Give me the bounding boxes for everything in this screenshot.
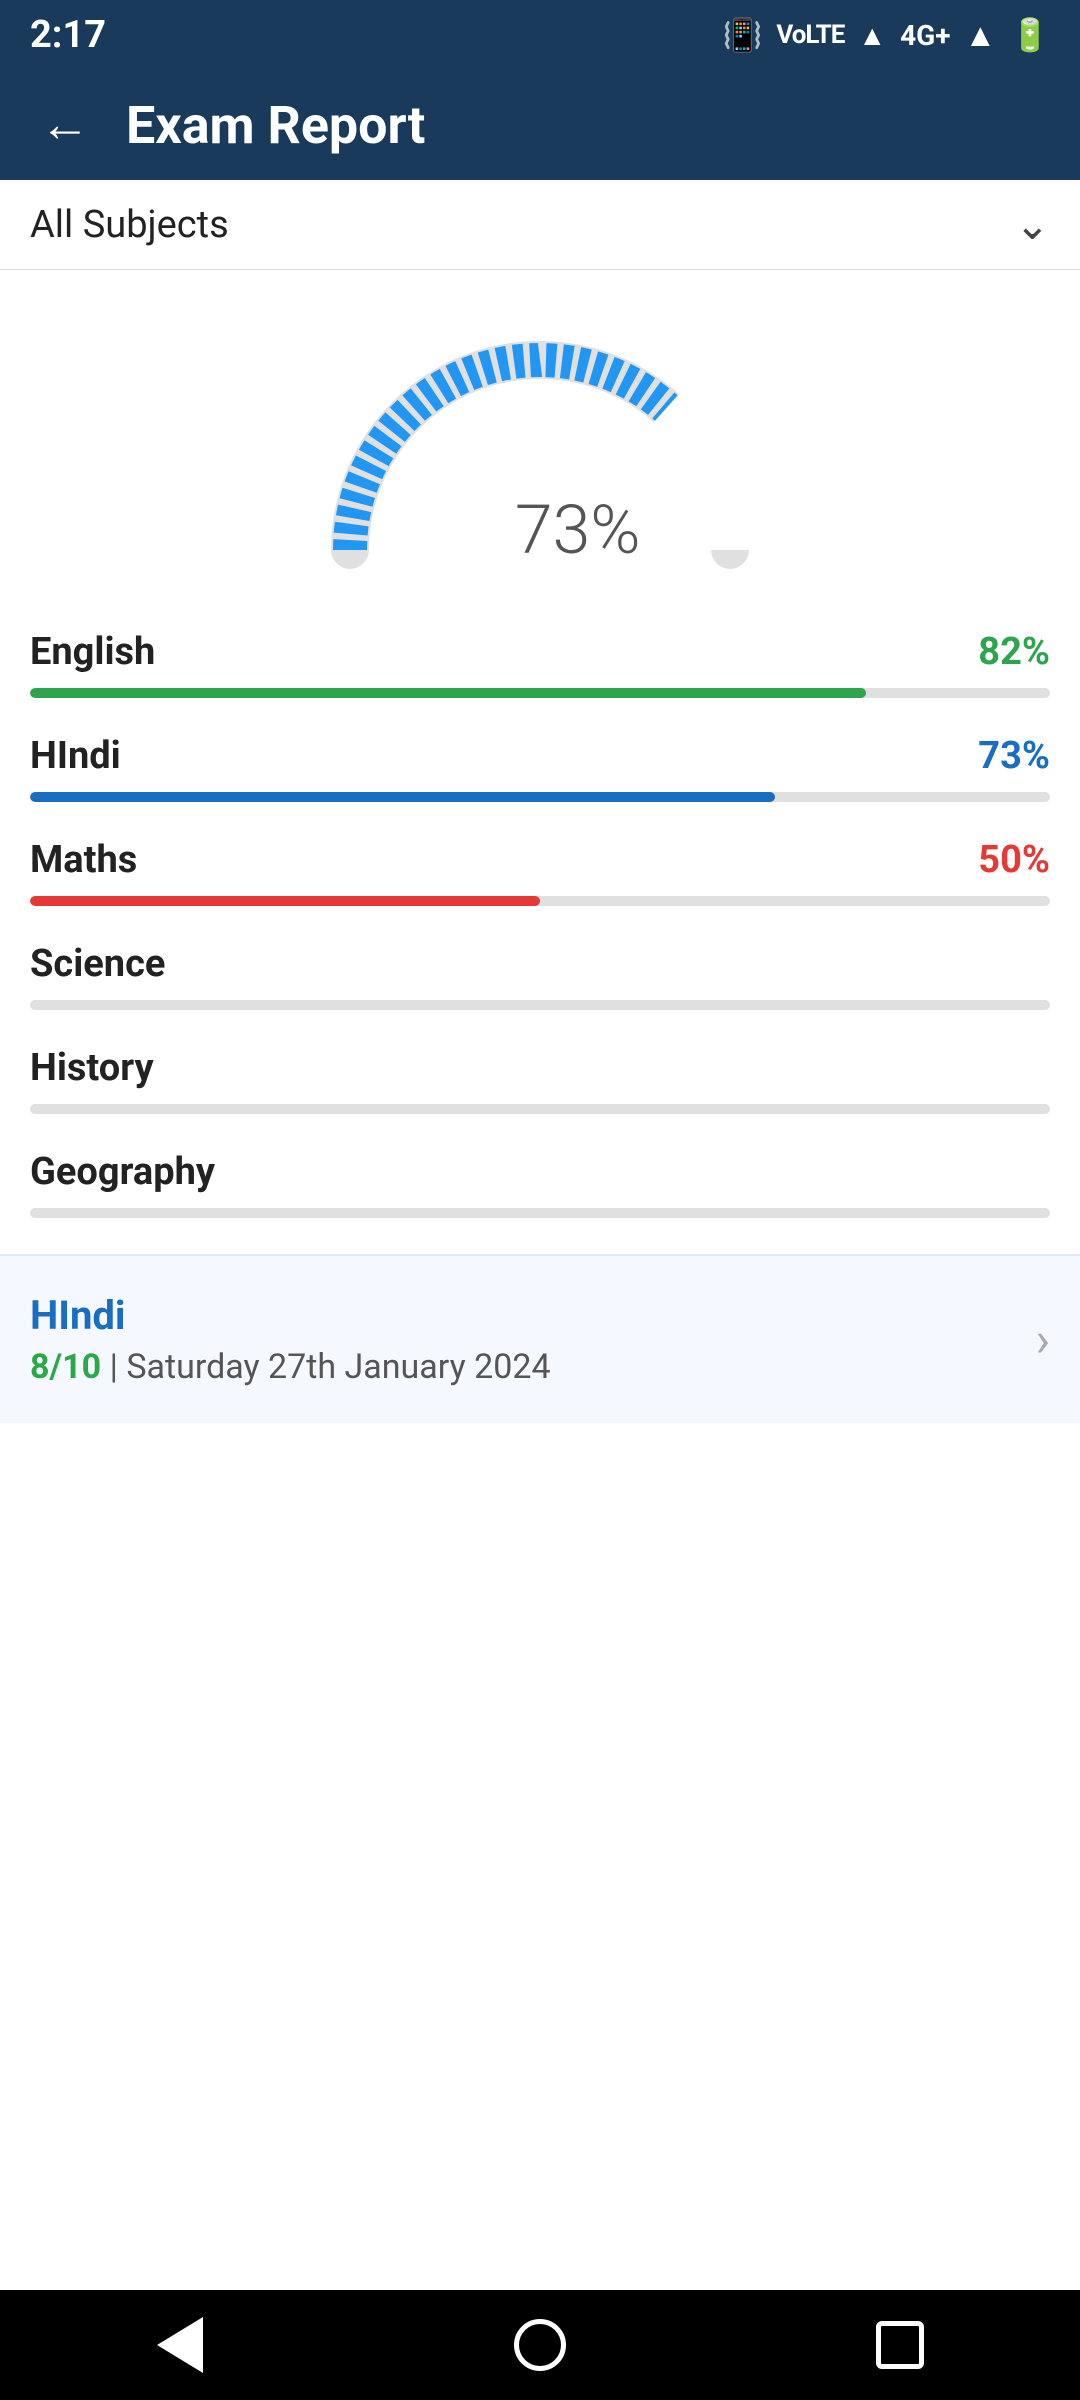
subject-name: English bbox=[30, 630, 155, 674]
recent-exam-date: Saturday 27th January 2024 bbox=[126, 1347, 550, 1387]
progress-bar-bg bbox=[30, 1000, 1050, 1010]
gauge-section: 73% bbox=[0, 270, 1080, 610]
subjects-list: English 82% HIndi 73% Maths 50% Science History… bbox=[0, 610, 1080, 1218]
subject-name: Maths bbox=[30, 838, 137, 882]
home-circle-icon bbox=[514, 2319, 566, 2371]
subject-header: English 82% bbox=[30, 630, 1050, 674]
subject-header: HIndi 73% bbox=[30, 734, 1050, 778]
recent-square-icon bbox=[876, 2321, 924, 2369]
subject-dropdown[interactable]: All Subjects ⌄ bbox=[0, 180, 1080, 270]
subject-item: Maths 50% bbox=[30, 838, 1050, 906]
subject-name: History bbox=[30, 1046, 154, 1090]
nav-recent-button[interactable] bbox=[860, 2305, 940, 2385]
vibrate-icon: 📳 bbox=[723, 16, 763, 54]
progress-bar-bg bbox=[30, 1208, 1050, 1218]
battery-icon: 🔋 bbox=[1010, 16, 1050, 54]
subject-item: History bbox=[30, 1046, 1050, 1114]
progress-bar-bg bbox=[30, 896, 1050, 906]
4g-icon: 4G+ bbox=[900, 19, 950, 52]
progress-bar-bg bbox=[30, 792, 1050, 802]
subject-item: Science bbox=[30, 942, 1050, 1010]
chevron-down-icon: ⌄ bbox=[1015, 200, 1050, 250]
nav-back-button[interactable] bbox=[140, 2305, 220, 2385]
subject-item: Geography bbox=[30, 1150, 1050, 1218]
progress-bar-bg bbox=[30, 688, 1050, 698]
subject-header: Science bbox=[30, 942, 1050, 986]
nav-bar bbox=[0, 2290, 1080, 2400]
status-time: 2:17 bbox=[30, 13, 106, 57]
progress-bar-fill bbox=[30, 792, 775, 802]
subject-item: English 82% bbox=[30, 630, 1050, 698]
back-button[interactable]: ← bbox=[40, 100, 90, 150]
status-bar: 2:17 📳 VoLTE ▲ 4G+ ▲ 🔋 bbox=[0, 0, 1080, 70]
subject-dropdown-label: All Subjects bbox=[30, 203, 229, 247]
recent-exam-card[interactable]: HIndi 8/10 | Saturday 27th January 2024 … bbox=[0, 1254, 1080, 1423]
subject-header: Geography bbox=[30, 1150, 1050, 1194]
progress-bar-fill bbox=[30, 896, 540, 906]
subject-name: HIndi bbox=[30, 734, 121, 778]
recent-exam-meta: 8/10 | Saturday 27th January 2024 bbox=[30, 1347, 551, 1387]
status-icons: 📳 VoLTE ▲ 4G+ ▲ 🔋 bbox=[723, 16, 1051, 54]
progress-bar-fill bbox=[30, 688, 866, 698]
chevron-right-icon: › bbox=[1036, 1311, 1050, 1368]
back-triangle-icon bbox=[157, 2317, 203, 2373]
subject-percent: 50% bbox=[978, 838, 1050, 882]
volte-icon: VoLTE bbox=[776, 20, 844, 50]
header: ← Exam Report bbox=[0, 70, 1080, 180]
subject-name: Science bbox=[30, 942, 165, 986]
signal-icon: ▲ bbox=[964, 16, 996, 54]
recent-exam-separator: | bbox=[110, 1347, 127, 1387]
subject-percent: 82% bbox=[978, 630, 1050, 674]
subject-header: History bbox=[30, 1046, 1050, 1090]
subject-header: Maths 50% bbox=[30, 838, 1050, 882]
progress-bar-bg bbox=[30, 1104, 1050, 1114]
recent-exam-score: 8/10 bbox=[30, 1347, 101, 1387]
wifi-icon: ▲ bbox=[858, 19, 886, 52]
recent-exam-subject: HIndi bbox=[30, 1292, 551, 1339]
page-title: Exam Report bbox=[126, 95, 425, 156]
gauge-container: 73% bbox=[320, 320, 760, 580]
nav-home-button[interactable] bbox=[500, 2305, 580, 2385]
gauge-percent-label: 73% bbox=[515, 490, 641, 570]
recent-exam-content: HIndi 8/10 | Saturday 27th January 2024 bbox=[30, 1292, 551, 1387]
subject-item: HIndi 73% bbox=[30, 734, 1050, 802]
subject-name: Geography bbox=[30, 1150, 215, 1194]
subject-percent: 73% bbox=[978, 734, 1050, 778]
